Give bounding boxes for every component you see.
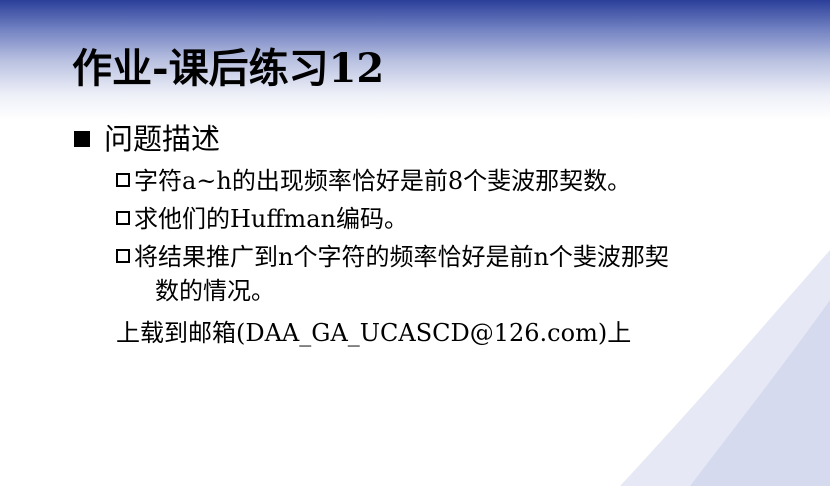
list-item-text: 字符a~h的出现频率恰好是前8个斐波那契数。 [134, 167, 632, 195]
section-heading: 问题描述 [72, 118, 802, 160]
list-item: 将结果推广到n个字符的频率恰好是前n个斐波那契 数的情况。 [116, 240, 802, 308]
list-item-text-block: 将结果推广到n个字符的频率恰好是前n个斐波那契 数的情况。 [134, 240, 802, 308]
hollow-square-bullet-icon [116, 173, 130, 187]
hollow-square-bullet-icon [116, 249, 130, 263]
list-item: 字符a~h的出现频率恰好是前8个斐波那契数。 [116, 164, 802, 198]
list-item-text: 求他们的Huffman编码。 [134, 205, 408, 233]
list-item-text-continuation: 数的情况。 [155, 277, 275, 305]
list-item-text: 将结果推广到n个字符的频率恰好是前n个斐波那契 [134, 243, 669, 271]
slide-content: 问题描述 字符a~h的出现频率恰好是前8个斐波那契数。 求他们的Huffman编… [72, 118, 802, 350]
filled-square-bullet-icon [74, 131, 90, 147]
section-heading-text: 问题描述 [104, 122, 221, 156]
list-item: 求他们的Huffman编码。 [116, 202, 802, 236]
slide-title: 作业-课后练习12 [72, 45, 385, 92]
upload-note: 上载到邮箱(DAA_GA_UCASCD@126.com)上 [116, 319, 632, 347]
hollow-square-bullet-icon [116, 211, 130, 225]
